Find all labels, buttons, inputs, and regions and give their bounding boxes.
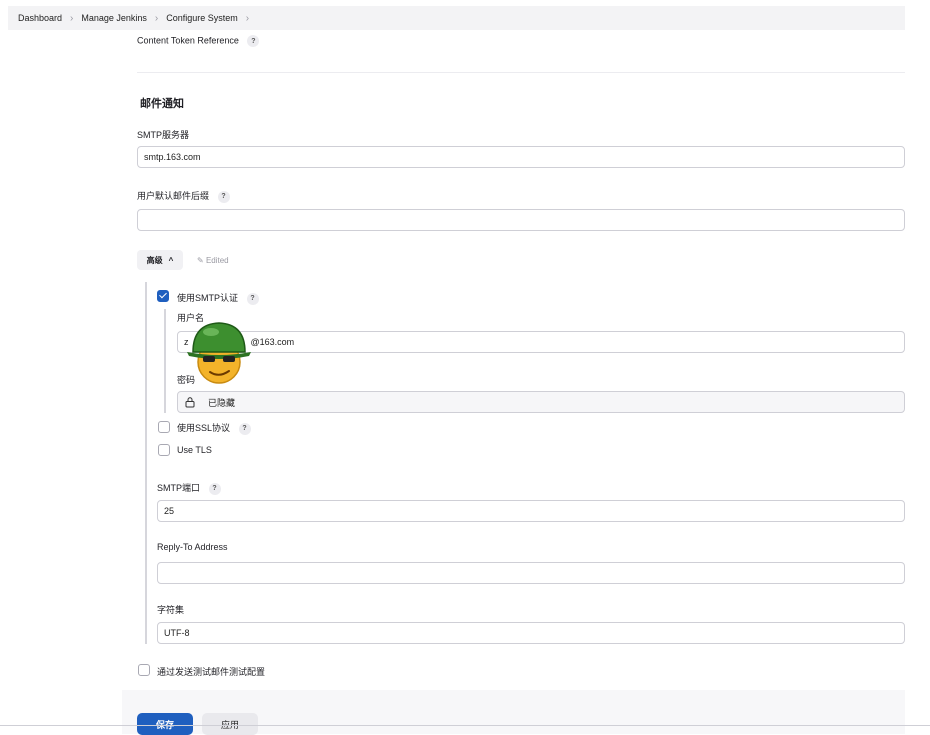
username-value-suffix: @163.com [250, 337, 295, 347]
breadcrumb-configure-system[interactable]: Configure System [166, 13, 238, 23]
smtp-auth-row: 使用SMTP认证 ? [177, 291, 259, 305]
smtp-auth-checkbox[interactable] [157, 290, 169, 302]
smtp-port-value: 25 [164, 506, 175, 516]
content-token-row: Content Token Reference ? [137, 35, 260, 47]
charset-label: 字符集 [157, 605, 185, 615]
section-title: 邮件通知 [140, 98, 184, 110]
window-bottom-border [0, 725, 930, 726]
advanced-label: 高级 [146, 255, 163, 265]
help-icon[interactable]: ? [238, 422, 251, 435]
reply-to-input[interactable] [157, 562, 905, 584]
smtp-server-input[interactable]: smtp.163.com [137, 146, 905, 168]
tls-label: Use TLS [177, 445, 212, 455]
help-icon[interactable]: ? [208, 482, 221, 495]
chevron-right-icon[interactable]: › [246, 13, 249, 24]
breadcrumb-manage-jenkins[interactable]: Manage Jenkins [81, 13, 147, 23]
help-icon[interactable]: ? [217, 190, 230, 203]
test-config-label: 通过发送测试邮件测试配置 [157, 667, 266, 677]
password-value: 已隐藏 [208, 397, 236, 408]
default-suffix-row: 用户默认邮件后缀 ? [137, 189, 230, 203]
edited-indicator: ✎ Edited [197, 256, 229, 265]
charset-input[interactable]: UTF-8 [157, 622, 905, 644]
smtp-server-value: smtp.163.com [144, 152, 201, 162]
content-token-label: Content Token Reference [137, 35, 239, 46]
breadcrumb-dashboard[interactable]: Dashboard [18, 13, 62, 23]
save-button[interactable]: 保存 [137, 713, 193, 735]
password-label: 密码 [177, 375, 196, 385]
chevron-up-icon: ^ [168, 255, 174, 265]
advanced-button[interactable]: 高级 ^ [137, 250, 183, 270]
ssl-row: 使用SSL协议 ? [177, 421, 251, 435]
help-icon[interactable]: ? [246, 292, 259, 305]
reply-to-label: Reply-To Address [157, 542, 228, 552]
smtp-auth-label: 使用SMTP认证 [177, 293, 239, 303]
charset-value: UTF-8 [164, 628, 190, 638]
pencil-icon: ✎ [197, 256, 204, 265]
smtp-server-label: SMTP服务器 [137, 130, 190, 140]
advanced-panel-border [145, 282, 147, 644]
ssl-checkbox[interactable] [158, 421, 170, 433]
smtp-port-row: SMTP端口 ? [157, 481, 221, 495]
username-input[interactable]: z @163.com [177, 331, 905, 353]
default-suffix-label: 用户默认邮件后缀 [137, 191, 210, 201]
default-suffix-input[interactable] [137, 209, 905, 231]
smtp-port-input[interactable]: 25 [157, 500, 905, 522]
auth-panel-border [164, 309, 166, 413]
password-input[interactable]: 已隐藏 [177, 391, 905, 413]
lock-icon [185, 397, 195, 408]
tls-checkbox[interactable] [158, 444, 170, 456]
test-config-checkbox[interactable] [138, 664, 150, 676]
edited-label: Edited [205, 256, 229, 265]
ssl-label: 使用SSL协议 [177, 423, 231, 433]
smtp-port-label: SMTP端口 [157, 483, 201, 493]
apply-button[interactable]: 应用 [202, 713, 258, 735]
breadcrumb: Dashboard › Manage Jenkins › Configure S… [8, 6, 905, 30]
chevron-right-icon: › [70, 12, 74, 24]
help-icon[interactable]: ? [247, 35, 260, 47]
chevron-right-icon: › [154, 12, 159, 24]
section-divider [137, 72, 905, 73]
